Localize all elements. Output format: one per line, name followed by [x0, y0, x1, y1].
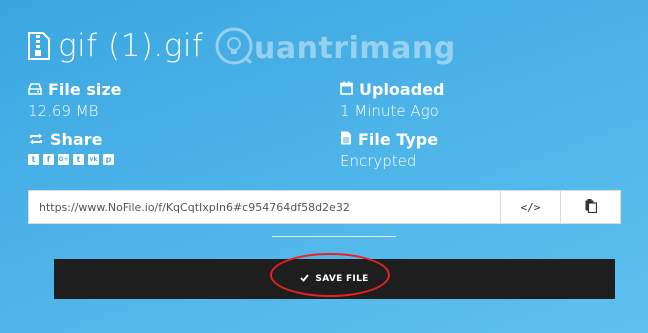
facebook-icon[interactable]: f: [43, 154, 54, 165]
file-size-block: File size 12.69 MB: [28, 80, 122, 120]
uploaded-block: Uploaded 1 Minute Ago: [340, 80, 444, 120]
share-icons: t f G+ t vk p: [28, 154, 114, 165]
embed-code-button[interactable]: </>: [500, 191, 560, 223]
file-size-value: 12.69 MB: [28, 102, 99, 120]
uploaded-label: Uploaded: [340, 80, 444, 99]
uploaded-value: 1 Minute Ago: [340, 102, 439, 120]
share-label: Share: [28, 130, 114, 149]
vk-icon[interactable]: vk: [88, 154, 99, 165]
calendar-icon: [340, 80, 353, 99]
highlight-circle: [270, 253, 390, 297]
file-name: gif (1).gif: [58, 28, 204, 64]
tumblr-icon[interactable]: t: [73, 154, 84, 165]
watermark-logo: uantrimang: [214, 26, 456, 70]
clipboard-icon: [585, 198, 597, 216]
pinterest-icon[interactable]: p: [103, 154, 114, 165]
share-link-input[interactable]: [29, 191, 500, 223]
copy-link-button[interactable]: [560, 191, 620, 223]
file-type-label: File Type: [340, 130, 438, 149]
file-type-block: File Type Encrypted: [340, 130, 438, 170]
divider: [272, 236, 396, 237]
file-size-label: File size: [28, 80, 122, 99]
watermark-text: uantrimang: [254, 30, 456, 66]
document-icon: [340, 130, 352, 149]
share-link-bar: </>: [28, 190, 621, 224]
code-icon: </>: [520, 200, 541, 214]
lightbulb-icon: [214, 26, 254, 70]
zip-file-icon: [28, 32, 50, 60]
twitter-icon[interactable]: t: [28, 154, 39, 165]
retweet-icon: [28, 130, 44, 149]
file-type-value: Encrypted: [340, 152, 417, 170]
file-title: gif (1).gif: [28, 28, 203, 64]
share-block: Share t f G+ t vk p: [28, 130, 114, 165]
hard-drive-icon: [28, 80, 42, 99]
google-plus-icon[interactable]: G+: [58, 154, 69, 165]
